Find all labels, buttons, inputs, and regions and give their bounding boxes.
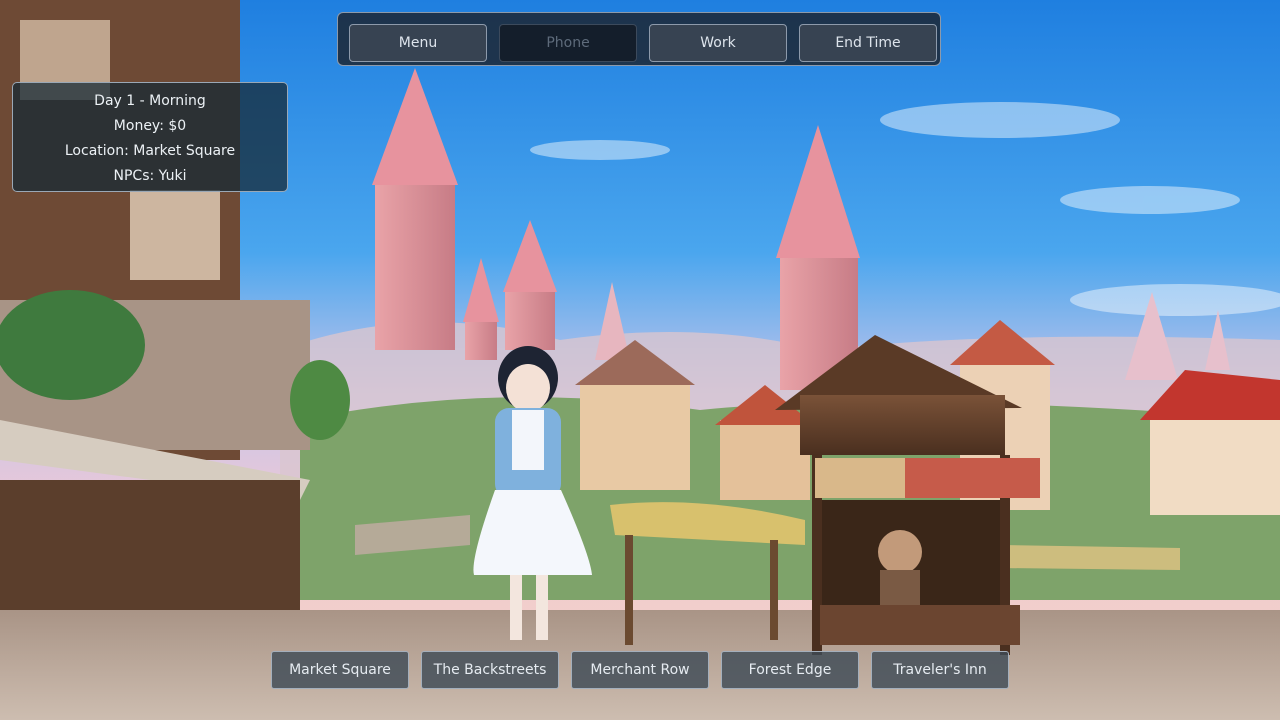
menu-button[interactable]: Menu bbox=[349, 24, 487, 62]
work-button[interactable]: Work bbox=[649, 24, 787, 62]
location-button-merchant-row[interactable]: Merchant Row bbox=[571, 651, 709, 689]
npcs-label: NPCs: Yuki bbox=[113, 168, 187, 184]
location-label: Location: Market Square bbox=[64, 143, 236, 159]
location-button-travelers-inn[interactable]: Traveler's Inn bbox=[871, 651, 1009, 689]
money-label: Money: $0 bbox=[113, 118, 187, 134]
top-menu-bar: Menu Phone Work End Time bbox=[337, 12, 941, 66]
location-button-market-square[interactable]: Market Square bbox=[271, 651, 409, 689]
day-time-label: Day 1 - Morning bbox=[94, 93, 206, 109]
status-panel: Day 1 - Morning Money: $0 Location: Mark… bbox=[12, 82, 288, 192]
phone-button[interactable]: Phone bbox=[499, 24, 637, 62]
end-time-button[interactable]: End Time bbox=[799, 24, 937, 62]
location-button-forest-edge[interactable]: Forest Edge bbox=[721, 651, 859, 689]
location-button-the-backstreets[interactable]: The Backstreets bbox=[421, 651, 559, 689]
